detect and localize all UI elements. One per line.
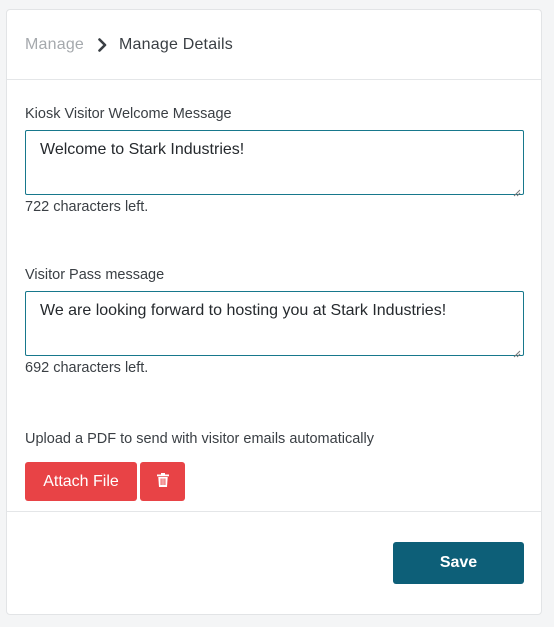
welcome-message-label: Kiosk Visitor Welcome Message — [25, 106, 232, 122]
visitor-pass-field-wrapper: We are looking forward to hosting you at… — [25, 291, 524, 358]
delete-attachment-button[interactable] — [140, 462, 185, 501]
form-footer: Save — [7, 512, 541, 614]
upload-pdf-instructions: Upload a PDF to send with visitor emails… — [25, 431, 374, 447]
resize-handle-icon[interactable] — [513, 345, 521, 358]
welcome-chars-left: 722 characters left. — [25, 199, 149, 215]
attachment-actions: Attach File — [25, 462, 523, 501]
welcome-message-field-wrapper: Welcome to Stark Industries! — [25, 130, 524, 197]
breadcrumb: Manage Manage Details — [7, 10, 541, 80]
visitor-pass-chars-left: 692 characters left. — [25, 360, 149, 376]
manage-details-card: Manage Manage Details Kiosk Visitor Welc… — [6, 9, 542, 615]
resize-handle-icon[interactable] — [513, 184, 521, 197]
chevron-right-icon — [98, 37, 107, 52]
page-title: Manage Details — [119, 35, 234, 53]
attach-file-button[interactable]: Attach File — [25, 462, 137, 501]
form-body: Kiosk Visitor Welcome Message Welcome to… — [7, 80, 541, 512]
save-button[interactable]: Save — [393, 542, 524, 584]
visitor-pass-textarea[interactable]: We are looking forward to hosting you at… — [26, 292, 523, 355]
welcome-message-textarea[interactable]: Welcome to Stark Industries! — [26, 131, 523, 194]
breadcrumb-parent-link[interactable]: Manage — [25, 36, 84, 54]
visitor-pass-label: Visitor Pass message — [25, 267, 165, 283]
trash-icon — [156, 473, 169, 490]
